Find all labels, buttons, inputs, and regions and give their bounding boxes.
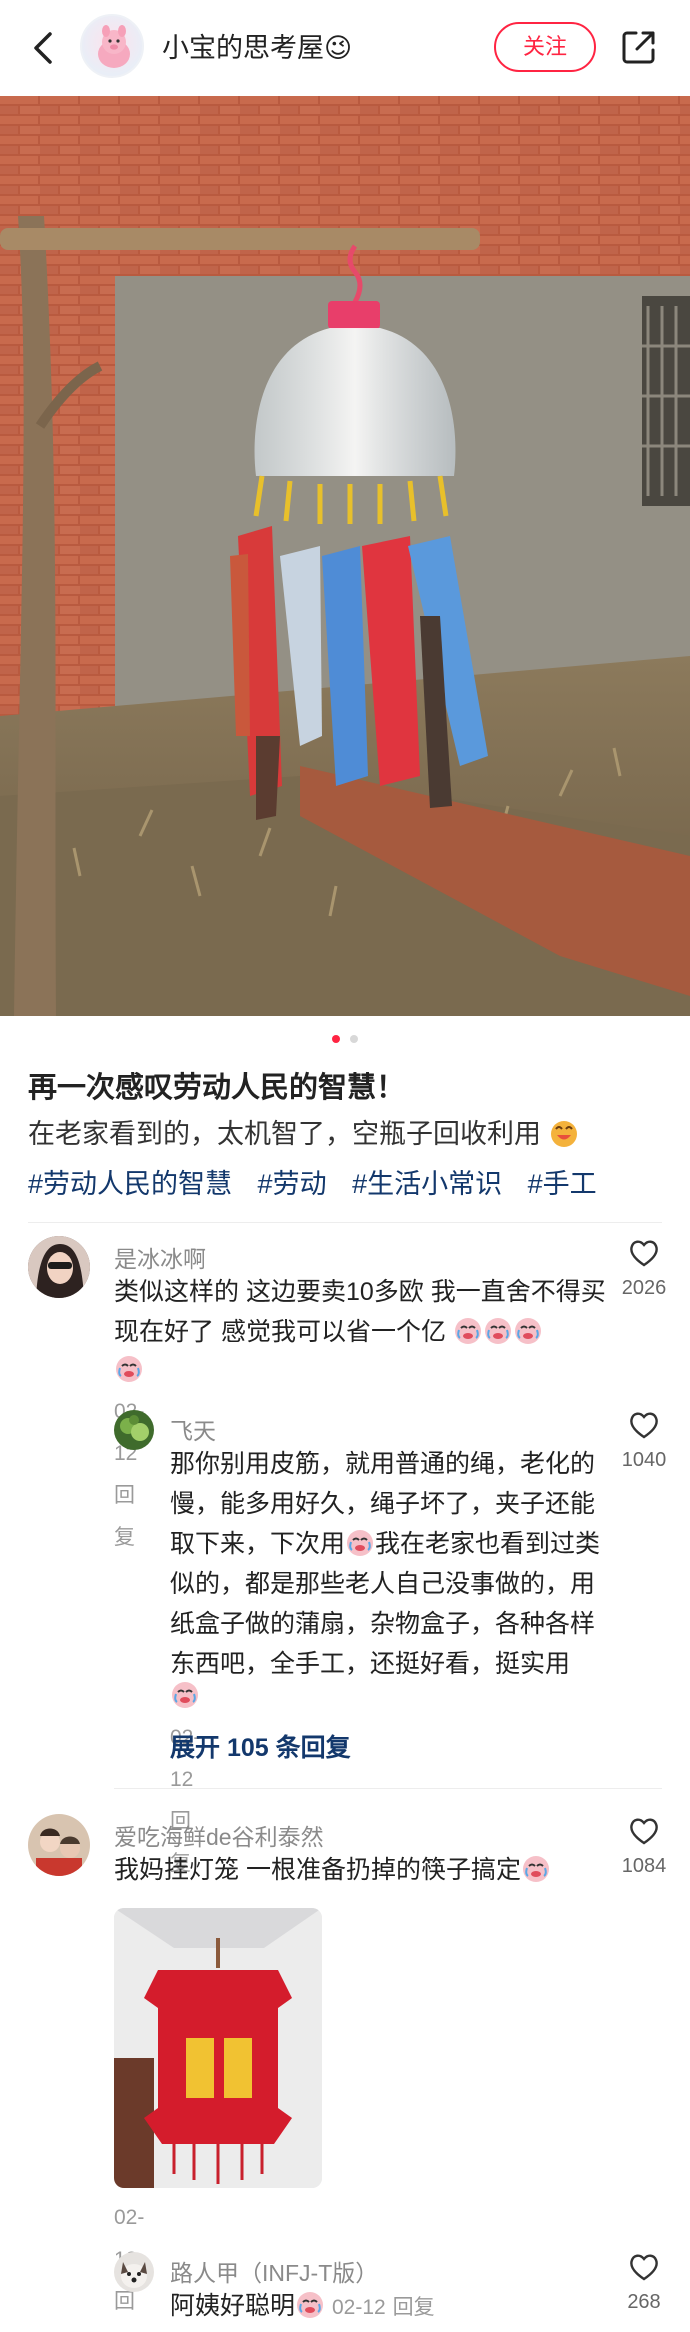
comment-text: 类似这样的 这边要卖10多欧 我一直舍不得买 现在好了 感觉我可以省一个亿 bbox=[114, 1272, 610, 1352]
chevron-left-icon bbox=[34, 32, 52, 64]
crying-laugh-emoji-icon bbox=[116, 1356, 142, 1382]
heart-icon bbox=[630, 1240, 658, 1267]
comment-username[interactable]: 是冰冰啊 bbox=[114, 1240, 206, 1274]
tag-link[interactable]: #手工 bbox=[528, 1169, 597, 1199]
pagination-dot-active[interactable] bbox=[331, 1035, 340, 1043]
comment-text-body: 我妈挂灯笼 一根准备扔掉的筷子搞定 bbox=[114, 1856, 521, 1884]
top-bar: 小宝的思考屋😉 关注 bbox=[0, 0, 690, 96]
crying-laugh-emoji-icon bbox=[172, 1682, 198, 1708]
comment-meta: 02-12 回复 bbox=[114, 1350, 144, 1558]
share-button[interactable] bbox=[620, 28, 658, 66]
post-description: 在老家看到的，太机智了，空瓶子回收利用 bbox=[28, 1112, 579, 1156]
crying-laugh-emoji-icon bbox=[514, 1318, 541, 1344]
like-button[interactable]: 268 bbox=[614, 2252, 674, 2314]
tag-link[interactable]: #生活小常识 bbox=[352, 1169, 502, 1199]
like-count: 2026 bbox=[621, 1277, 667, 1299]
like-button[interactable]: 2026 bbox=[614, 1238, 674, 1300]
author-avatar[interactable] bbox=[80, 14, 144, 78]
reply-username[interactable]: 路人甲（INFJ-T版） bbox=[170, 2254, 378, 2288]
pagination-dot[interactable] bbox=[350, 1035, 359, 1043]
post-title: 再一次感叹劳动人民的智慧！ bbox=[28, 1072, 406, 1104]
post-description-text: 在老家看到的，太机智了，空瓶子回收利用 bbox=[28, 1119, 541, 1149]
tag-link[interactable]: #劳动人民的智慧 bbox=[28, 1169, 232, 1199]
like-button[interactable]: 1040 bbox=[614, 1410, 674, 1472]
comment-image[interactable] bbox=[114, 1908, 322, 2188]
like-count: 1040 bbox=[621, 1449, 667, 1471]
divider bbox=[28, 1222, 662, 1223]
reply-text: 那你别用皮筋，就用普通的绳，老化的慢，能多用好久，绳子坏了，夹子还能取下来，下次… bbox=[170, 1444, 606, 1684]
crying-emoji-icon bbox=[297, 2292, 324, 2318]
expand-replies-link[interactable]: 展开 105 条回复 bbox=[170, 1728, 351, 1764]
crying-laugh-emoji-icon bbox=[484, 1318, 511, 1344]
tag-link[interactable]: #劳动 bbox=[258, 1169, 327, 1199]
comment-username[interactable]: 爱吃海鲜de谷利泰然 bbox=[114, 1818, 324, 1852]
follow-button[interactable]: 关注 bbox=[494, 22, 596, 72]
reply-button[interactable]: 回复 bbox=[114, 2290, 135, 2332]
like-count: 1084 bbox=[621, 1855, 667, 1877]
reply-text-body: 阿姨好聪明 bbox=[170, 2292, 296, 2320]
divider bbox=[114, 1788, 662, 1789]
post-image[interactable] bbox=[0, 96, 690, 1016]
back-button[interactable] bbox=[26, 26, 62, 70]
reply-avatar[interactable] bbox=[114, 2252, 154, 2292]
comment-avatar[interactable] bbox=[28, 1814, 90, 1876]
crying-laugh-emoji-icon bbox=[347, 1530, 374, 1556]
post-tags: #劳动人民的智慧 #劳动 #生活小常识 #手工 bbox=[28, 1162, 615, 1206]
reply-username[interactable]: 飞天 bbox=[170, 1412, 216, 1446]
like-count: 268 bbox=[627, 2291, 661, 2313]
reply-button[interactable]: 回复 bbox=[114, 1484, 135, 1549]
share-icon bbox=[622, 31, 655, 64]
like-button[interactable]: 1084 bbox=[614, 1816, 674, 1878]
reply-avatar[interactable] bbox=[114, 1410, 154, 1450]
image-pagination bbox=[0, 1030, 690, 1043]
reply-text: 阿姨好聪明 02-12 回复 bbox=[170, 2286, 435, 2328]
comment-text: 我妈挂灯笼 一根准备扔掉的筷子搞定 bbox=[114, 1850, 610, 1890]
heart-icon bbox=[630, 1412, 658, 1439]
grin-emoji-icon bbox=[550, 1121, 577, 1147]
crying-laugh-emoji-icon bbox=[522, 1856, 549, 1882]
crying-laugh-emoji-icon bbox=[454, 1318, 481, 1344]
heart-icon bbox=[630, 1818, 658, 1845]
author-name[interactable]: 小宝的思考屋😉 bbox=[162, 28, 352, 68]
reply-date: 02-12 bbox=[331, 2296, 386, 2319]
heart-icon bbox=[630, 2254, 658, 2281]
comment-avatar[interactable] bbox=[28, 1236, 90, 1298]
reply-button[interactable]: 回复 bbox=[393, 2296, 435, 2319]
